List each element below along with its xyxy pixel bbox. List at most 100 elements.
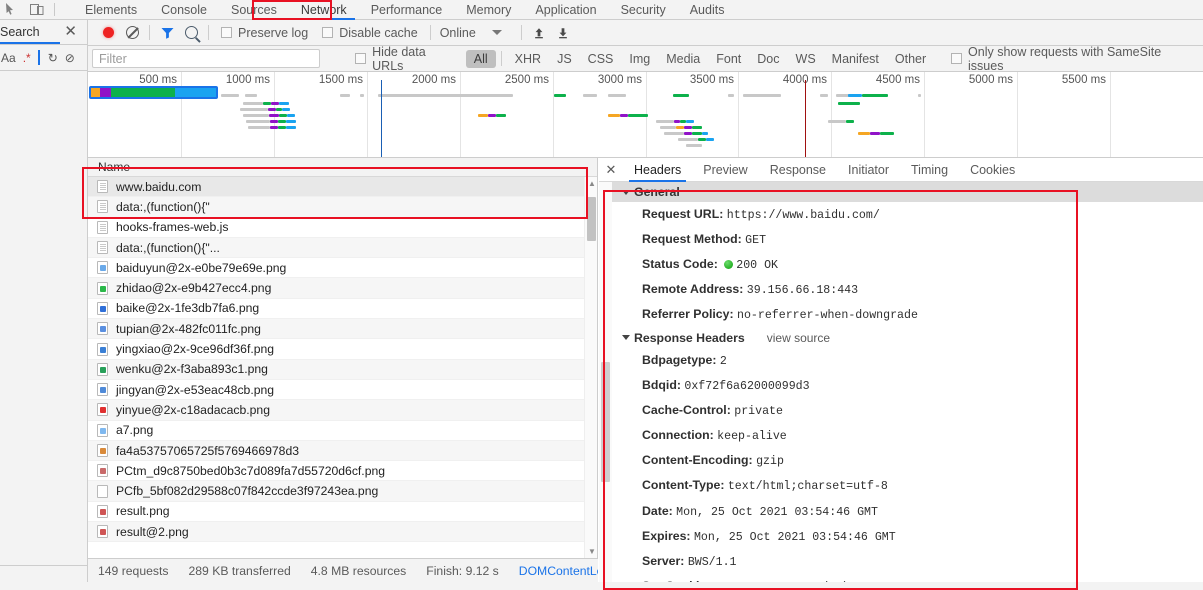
filter-button[interactable] bbox=[155, 21, 179, 45]
tab-security[interactable]: Security bbox=[609, 0, 678, 20]
tab-label: Application bbox=[535, 2, 597, 17]
filter-type-manifest[interactable]: Manifest bbox=[824, 50, 887, 68]
filter-type-img[interactable]: Img bbox=[621, 50, 658, 68]
table-row[interactable]: www.baidu.com bbox=[88, 177, 597, 198]
table-row[interactable]: hooks-frames-web.js bbox=[88, 218, 597, 238]
refresh-icon[interactable]: ↻ bbox=[48, 51, 58, 65]
close-icon[interactable]: ✕ bbox=[64, 24, 77, 40]
chevron-down-icon bbox=[622, 335, 630, 341]
detail-tab-preview[interactable]: Preview bbox=[692, 158, 758, 182]
preserve-log-checkbox[interactable]: Preserve log bbox=[214, 26, 315, 40]
request-list-pane: Name www.baidu.com data:,(function(){" hoo… bbox=[88, 158, 598, 558]
header-value: GET bbox=[745, 233, 767, 247]
filter-type-doc[interactable]: Doc bbox=[749, 50, 787, 68]
hide-data-urls-checkbox[interactable]: Hide data URLs bbox=[348, 45, 465, 73]
scroll-down-icon[interactable]: ▼ bbox=[588, 547, 596, 556]
table-row[interactable]: tupian@2x-482fc011fc.png bbox=[88, 319, 597, 340]
search-button[interactable] bbox=[179, 21, 203, 45]
detail-tab-response[interactable]: Response bbox=[759, 158, 837, 182]
table-row[interactable]: wenku@2x-f3aba893c1.png bbox=[88, 359, 597, 380]
table-row[interactable]: baiduyun@2x-e0be79e69e.png bbox=[88, 258, 597, 279]
view-source-link[interactable]: view source bbox=[767, 331, 830, 345]
response-headers-section-header[interactable]: Response Headers view source bbox=[612, 327, 1203, 348]
record-button[interactable] bbox=[96, 21, 120, 45]
disable-cache-checkbox[interactable]: Disable cache bbox=[315, 26, 425, 40]
header-value: https://www.baidu.com/ bbox=[726, 208, 880, 222]
samesite-issues-checkbox[interactable]: Only show requests with SameSite issues bbox=[944, 45, 1203, 73]
request-list-column-header[interactable]: Name bbox=[88, 158, 597, 177]
image-icon bbox=[97, 525, 108, 539]
general-section-header[interactable]: General bbox=[612, 182, 1203, 202]
table-row[interactable]: zhidao@2x-e9b427ecc4.png bbox=[88, 278, 597, 299]
scrollbar-thumb[interactable] bbox=[601, 362, 610, 482]
table-row[interactable]: baike@2x-1fe3db7fa6.png bbox=[88, 299, 597, 320]
tab-elements[interactable]: Elements bbox=[73, 0, 149, 20]
tab-performance[interactable]: Performance bbox=[359, 0, 455, 20]
table-row[interactable]: data:,(function(){" bbox=[88, 197, 597, 218]
filter-type-ws[interactable]: WS bbox=[788, 50, 824, 68]
filter-type-other[interactable]: Other bbox=[887, 50, 934, 68]
request-list-body[interactable]: www.baidu.com data:,(function(){" hooks-fr… bbox=[88, 177, 597, 558]
main-tab-list: Elements Console Sources Network Perform… bbox=[73, 0, 736, 20]
tab-console[interactable]: Console bbox=[149, 0, 219, 20]
table-row[interactable]: PCtm_d9c8750bed0b3c7d089fa7d55720d6cf.pn… bbox=[88, 461, 597, 482]
filter-type-font[interactable]: Font bbox=[708, 50, 749, 68]
scroll-up-icon[interactable]: ▲ bbox=[588, 179, 596, 188]
detail-tab-headers[interactable]: Headers bbox=[623, 158, 692, 182]
checkbox-box bbox=[355, 53, 367, 64]
device-toolbar-icon[interactable] bbox=[29, 2, 45, 17]
overview-request-bar bbox=[286, 120, 296, 123]
detail-tab-initiator[interactable]: Initiator bbox=[837, 158, 900, 182]
overview-request-bar bbox=[583, 94, 597, 97]
search-toolbar: Aa .* ↻ ⊘ bbox=[0, 45, 87, 71]
table-row[interactable]: yinyue@2x-c18adacacb.png bbox=[88, 400, 597, 421]
import-har-button[interactable] bbox=[527, 21, 551, 45]
regex-icon[interactable]: .* bbox=[23, 51, 31, 65]
upload-arrow-icon bbox=[534, 27, 543, 38]
search-input-caret[interactable] bbox=[37, 50, 41, 65]
table-row[interactable]: data:,(function(){"... bbox=[88, 237, 597, 259]
header-key: Bdpagetype: bbox=[642, 352, 717, 367]
tab-memory[interactable]: Memory bbox=[454, 0, 523, 20]
tab-network[interactable]: Network bbox=[289, 0, 359, 20]
overview-request-bar bbox=[664, 132, 684, 135]
network-overview-timeline[interactable]: 500 ms 1000 ms 1500 ms 2000 ms 2500 ms 3000 m… bbox=[88, 72, 1203, 158]
filter-type-media[interactable]: Media bbox=[658, 50, 708, 68]
table-row[interactable]: fa4a53757065725f5769466978d3 bbox=[88, 440, 597, 462]
table-row[interactable]: PCfb_5bf082d29588c07f842ccde3f97243ea.pn… bbox=[88, 481, 597, 502]
tab-sources[interactable]: Sources bbox=[219, 0, 289, 20]
match-case-icon[interactable]: Aa bbox=[1, 51, 16, 65]
filter-type-xhr[interactable]: XHR bbox=[507, 50, 549, 68]
overview-tick-label: 5000 ms bbox=[968, 74, 1013, 86]
detail-pane-scrollbar[interactable] bbox=[599, 182, 612, 590]
filter-type-css[interactable]: CSS bbox=[580, 50, 622, 68]
header-row: Date: Mon, 25 Oct 2021 03:54:46 GMT bbox=[612, 499, 1203, 524]
clear-search-icon[interactable]: ⊘ bbox=[65, 51, 75, 65]
filter-input[interactable] bbox=[92, 49, 321, 68]
overview-request-bar bbox=[820, 94, 828, 97]
scrollbar-thumb[interactable] bbox=[587, 197, 596, 241]
export-har-button[interactable] bbox=[551, 21, 575, 45]
detail-tab-timing[interactable]: Timing bbox=[900, 158, 959, 182]
detail-tab-cookies[interactable]: Cookies bbox=[959, 158, 1026, 182]
table-row[interactable]: yingxiao@2x-9ce96df36f.png bbox=[88, 339, 597, 360]
tab-application[interactable]: Application bbox=[523, 0, 608, 20]
request-list-scrollbar[interactable]: ▲ ▼ bbox=[584, 177, 597, 558]
table-row[interactable]: a7.png bbox=[88, 421, 597, 441]
table-row[interactable]: result@2.png bbox=[88, 522, 597, 543]
table-row[interactable]: result.png bbox=[88, 502, 597, 523]
header-row: Content-Encoding: gzip bbox=[612, 449, 1203, 474]
overview-selection-window[interactable] bbox=[89, 86, 218, 99]
tab-audits[interactable]: Audits bbox=[678, 0, 737, 20]
clear-button[interactable] bbox=[120, 21, 144, 45]
overview-request-bar bbox=[678, 138, 698, 141]
filter-type-js[interactable]: JS bbox=[549, 50, 580, 68]
table-row[interactable]: jingyan@2x-e53eac48cb.png bbox=[88, 380, 597, 401]
throttling-select[interactable]: Online bbox=[436, 26, 476, 40]
inspect-element-icon[interactable] bbox=[4, 2, 20, 17]
overview-request-bar bbox=[246, 120, 270, 123]
close-icon[interactable]: ✕ bbox=[599, 162, 623, 178]
filter-type-all[interactable]: All bbox=[465, 49, 496, 68]
overview-request-bar bbox=[660, 126, 676, 129]
chevron-down-icon[interactable] bbox=[491, 30, 502, 35]
